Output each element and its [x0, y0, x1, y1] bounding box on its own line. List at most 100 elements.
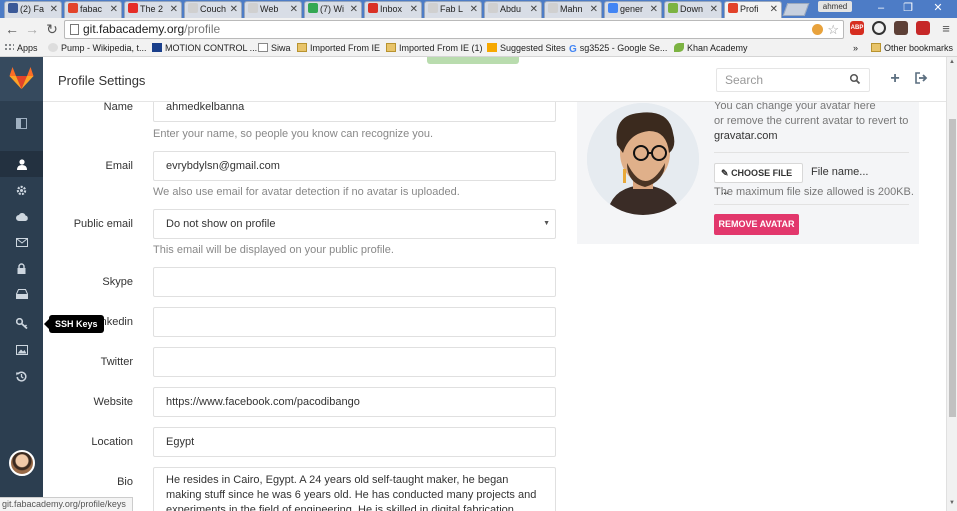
- close-tab-icon[interactable]: ✕: [110, 2, 118, 17]
- bookmark-folder[interactable]: Imported From IE (1): [386, 41, 483, 56]
- history-icon[interactable]: [0, 363, 43, 389]
- minimize-icon[interactable]: –: [868, 0, 894, 16]
- close-tab-icon[interactable]: ✕: [50, 2, 58, 17]
- close-tab-icon[interactable]: ✕: [530, 2, 538, 17]
- browser-tab[interactable]: Profi ✕: [724, 1, 782, 18]
- adblock-icon[interactable]: ABP: [850, 21, 864, 35]
- bio-textarea[interactable]: He resides in Cairo, Egypt. A 24 years o…: [153, 467, 556, 511]
- browser-tab[interactable]: Abdu ✕: [484, 1, 542, 18]
- tab-title: gener: [620, 4, 644, 14]
- bookmark-star-icon[interactable]: ☆: [827, 21, 839, 38]
- plus-icon[interactable]: +: [888, 71, 902, 87]
- gitlab-logo[interactable]: [0, 57, 43, 101]
- linkedin-field[interactable]: [153, 307, 556, 337]
- close-tab-icon[interactable]: ✕: [770, 2, 778, 17]
- lock-icon[interactable]: [0, 255, 43, 281]
- user-avatar[interactable]: [9, 450, 35, 476]
- pdf-extension-icon[interactable]: [916, 21, 930, 35]
- new-tab-button[interactable]: [782, 3, 810, 16]
- browser-tab[interactable]: Down ✕: [664, 1, 722, 18]
- close-tab-icon[interactable]: ✕: [410, 2, 418, 17]
- search-placeholder: Search: [725, 73, 764, 87]
- bookmark-item[interactable]: Pump - Wikipedia, t...: [48, 41, 147, 56]
- sidebar: [0, 57, 43, 511]
- gravatar-link[interactable]: gravatar.com: [714, 130, 778, 142]
- wikipedia-icon: [48, 43, 58, 52]
- browser-tab[interactable]: gener ✕: [604, 1, 662, 18]
- browser-tab[interactable]: Couch ✕: [184, 1, 242, 18]
- browser-tab[interactable]: The 2 ✕: [124, 1, 182, 18]
- maximize-icon[interactable]: ❐: [895, 0, 921, 16]
- tab-title: The 2: [140, 4, 164, 14]
- browser-tab[interactable]: (2) Fa ✕: [4, 1, 62, 18]
- cloud-icon[interactable]: [0, 203, 43, 229]
- address-bar[interactable]: git.fabacademy.org/profile ☆: [64, 20, 844, 39]
- other-bookmarks-folder[interactable]: Other bookmarks: [871, 41, 953, 56]
- extension-page-icon[interactable]: [812, 24, 823, 35]
- skype-field[interactable]: [153, 267, 556, 297]
- bookmark-item[interactable]: Gsg3525 - Google Se...: [569, 41, 667, 56]
- block-icon[interactable]: [872, 21, 886, 35]
- envelope-icon[interactable]: [0, 229, 43, 255]
- profile-icon[interactable]: [0, 151, 43, 177]
- public-email-select[interactable]: Do not show on profile ▼: [153, 209, 556, 239]
- bookmark-item[interactable]: Siwa: [258, 41, 291, 56]
- scroll-down-icon[interactable]: ▼: [949, 500, 955, 506]
- close-tab-icon[interactable]: ✕: [350, 2, 358, 17]
- tab-favicon-icon: [8, 3, 18, 13]
- close-tab-icon[interactable]: ✕: [290, 2, 298, 17]
- browser-tab[interactable]: Mahn ✕: [544, 1, 602, 18]
- close-tab-icon[interactable]: ✕: [650, 2, 658, 17]
- search-input[interactable]: Search: [716, 68, 870, 92]
- bookmark-item[interactable]: Suggested Sites: [487, 41, 566, 56]
- public-email-help: This email will be displayed on your pub…: [153, 244, 394, 256]
- gitlab-page: SSH Keys Profile Settings Search + Name …: [0, 57, 957, 511]
- file-name-text: File name...: [811, 166, 869, 178]
- email-field[interactable]: evrybdylsn@gmail.com: [153, 151, 556, 181]
- collapse-sidebar-icon[interactable]: [0, 110, 43, 136]
- avatar-max-size: The maximum file size allowed is 200KB.: [714, 186, 914, 198]
- browser-tab[interactable]: (7) Wi ✕: [304, 1, 362, 18]
- browser-tab[interactable]: Inbox ✕: [364, 1, 422, 18]
- page-scrollbar[interactable]: ▲ ▼: [946, 57, 957, 511]
- bookmark-item[interactable]: MOTION CONTROL ...: [152, 41, 257, 56]
- close-tab-icon[interactable]: ✕: [230, 2, 238, 17]
- website-field[interactable]: https://www.facebook.com/pacodibango: [153, 387, 556, 417]
- browser-tab[interactable]: fabac ✕: [64, 1, 122, 18]
- close-tab-icon[interactable]: ✕: [590, 2, 598, 17]
- bookmark-folder[interactable]: Imported From IE: [297, 41, 380, 56]
- close-tab-icon[interactable]: ✕: [170, 2, 178, 17]
- tab-title: Mahn: [560, 4, 583, 14]
- back-icon[interactable]: ←: [4, 21, 20, 37]
- tab-title: Couch: [200, 4, 227, 14]
- sign-out-icon[interactable]: [914, 72, 928, 86]
- forward-icon[interactable]: →: [24, 21, 40, 37]
- twitter-field[interactable]: [153, 347, 556, 377]
- google-icon: G: [569, 44, 577, 55]
- inbox-icon[interactable]: [0, 281, 43, 307]
- bookmark-item[interactable]: Khan Academy: [674, 41, 748, 56]
- key-icon[interactable]: [0, 310, 43, 336]
- bookmark-apps[interactable]: Apps: [4, 41, 38, 56]
- browser-tab[interactable]: Web ✕: [244, 1, 302, 18]
- browser-tab[interactable]: Fab L ✕: [424, 1, 482, 18]
- remove-avatar-button[interactable]: REMOVE AVATAR: [714, 214, 799, 235]
- close-tab-icon[interactable]: ✕: [710, 2, 718, 17]
- camera-extension-icon[interactable]: [894, 21, 908, 35]
- tab-title: Web: [260, 4, 279, 14]
- scroll-thumb[interactable]: [949, 119, 956, 417]
- close-tab-icon[interactable]: ✕: [470, 2, 478, 17]
- bookmarks-overflow-button[interactable]: »: [853, 41, 858, 56]
- reload-icon[interactable]: ↻: [44, 21, 60, 37]
- choose-file-button[interactable]: ✎ CHOOSE FILE ...: [714, 163, 803, 196]
- page-icon: [70, 24, 79, 35]
- scroll-up-icon[interactable]: ▲: [949, 59, 955, 65]
- avatar-image: [587, 103, 699, 215]
- image-icon[interactable]: [0, 337, 43, 363]
- location-field[interactable]: Egypt: [153, 427, 556, 457]
- browser-profile-button[interactable]: ahmed: [818, 1, 852, 12]
- menu-icon[interactable]: ≡: [938, 21, 954, 37]
- close-window-icon[interactable]: ✕: [925, 0, 951, 16]
- tab-title: Inbox: [380, 4, 403, 14]
- gear-icon[interactable]: [0, 177, 43, 203]
